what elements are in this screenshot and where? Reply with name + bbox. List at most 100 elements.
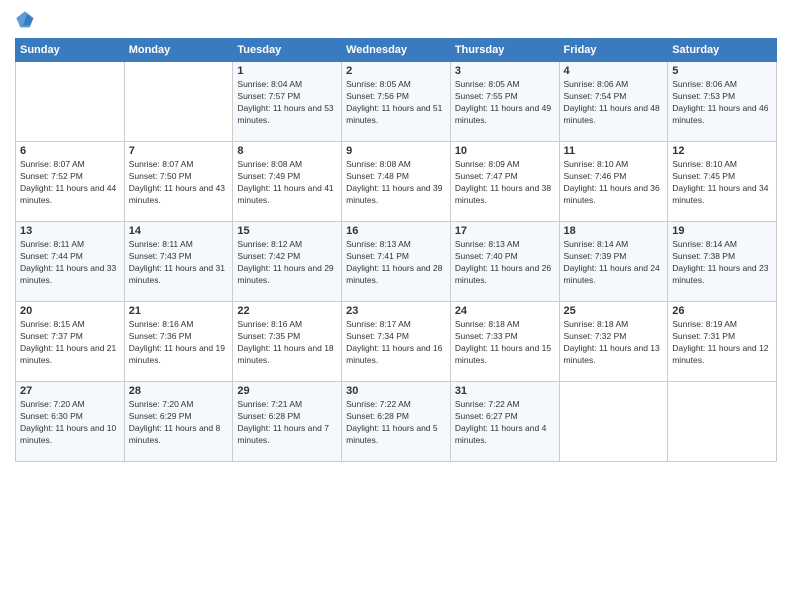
day-number: 1 bbox=[237, 65, 337, 77]
day-number: 25 bbox=[564, 305, 664, 317]
header bbox=[15, 10, 777, 30]
day-number: 4 bbox=[564, 65, 664, 77]
day-number: 2 bbox=[346, 65, 446, 77]
day-info: Sunrise: 8:13 AMSunset: 7:41 PMDaylight:… bbox=[346, 239, 446, 287]
calendar-cell: 27 Sunrise: 7:20 AMSunset: 6:30 PMDayligh… bbox=[16, 382, 125, 462]
day-number: 16 bbox=[346, 225, 446, 237]
calendar-cell: 7 Sunrise: 8:07 AMSunset: 7:50 PMDaylight… bbox=[124, 142, 233, 222]
calendar-cell: 20Sunrise: 8:15 AMSunset: 7:37 PMDayligh… bbox=[16, 302, 125, 382]
calendar-cell: 18 Sunrise: 8:14 AMSunset: 7:39 PMDayligh… bbox=[559, 222, 668, 302]
day-number: 9 bbox=[346, 145, 446, 157]
weekday-saturday: Saturday bbox=[668, 39, 777, 62]
calendar-cell: 29 Sunrise: 7:21 AMSunset: 6:28 PMDayligh… bbox=[233, 382, 342, 462]
day-info: Sunrise: 8:07 AMSunset: 7:50 PMDaylight:… bbox=[129, 159, 229, 207]
day-info: Sunrise: 8:05 AMSunset: 7:55 PMDaylight:… bbox=[455, 79, 555, 127]
day-number: 27 bbox=[20, 385, 120, 397]
calendar-cell: 3Sunrise: 8:05 AMSunset: 7:55 PMDaylight… bbox=[450, 62, 559, 142]
day-info: Sunrise: 7:21 AMSunset: 6:28 PMDaylight:… bbox=[237, 399, 337, 447]
day-number: 24 bbox=[455, 305, 555, 317]
day-number: 23 bbox=[346, 305, 446, 317]
day-number: 18 bbox=[564, 225, 664, 237]
calendar-table: SundayMondayTuesdayWednesdayThursdayFrid… bbox=[15, 38, 777, 462]
weekday-sunday: Sunday bbox=[16, 39, 125, 62]
day-number: 10 bbox=[455, 145, 555, 157]
day-info: Sunrise: 8:18 AMSunset: 7:32 PMDaylight:… bbox=[564, 319, 664, 367]
day-info: Sunrise: 7:20 AMSunset: 6:29 PMDaylight:… bbox=[129, 399, 229, 447]
day-info: Sunrise: 8:17 AMSunset: 7:34 PMDaylight:… bbox=[346, 319, 446, 367]
day-info: Sunrise: 8:06 AMSunset: 7:53 PMDaylight:… bbox=[672, 79, 772, 127]
calendar-cell: 30 Sunrise: 7:22 AMSunset: 6:28 PMDayligh… bbox=[342, 382, 451, 462]
day-info: Sunrise: 8:06 AMSunset: 7:54 PMDaylight:… bbox=[564, 79, 664, 127]
calendar-cell: 25 Sunrise: 8:18 AMSunset: 7:32 PMDayligh… bbox=[559, 302, 668, 382]
day-info: Sunrise: 8:11 AMSunset: 7:44 PMDaylight:… bbox=[20, 239, 120, 287]
day-number: 8 bbox=[237, 145, 337, 157]
weekday-friday: Friday bbox=[559, 39, 668, 62]
day-number: 7 bbox=[129, 145, 229, 157]
day-info: Sunrise: 8:04 AMSunset: 7:57 PMDaylight:… bbox=[237, 79, 337, 127]
week-row-1: 1 Sunrise: 8:04 AMSunset: 7:57 PMDaylight… bbox=[16, 62, 777, 142]
day-number: 12 bbox=[672, 145, 772, 157]
day-number: 14 bbox=[129, 225, 229, 237]
day-info: Sunrise: 8:18 AMSunset: 7:33 PMDaylight:… bbox=[455, 319, 555, 367]
day-info: Sunrise: 7:22 AMSunset: 6:27 PMDaylight:… bbox=[455, 399, 555, 447]
week-row-3: 13 Sunrise: 8:11 AMSunset: 7:44 PMDayligh… bbox=[16, 222, 777, 302]
calendar-cell: 17Sunrise: 8:13 AMSunset: 7:40 PMDayligh… bbox=[450, 222, 559, 302]
calendar-cell: 23 Sunrise: 8:17 AMSunset: 7:34 PMDayligh… bbox=[342, 302, 451, 382]
logo bbox=[15, 10, 39, 30]
calendar-cell: 16 Sunrise: 8:13 AMSunset: 7:41 PMDayligh… bbox=[342, 222, 451, 302]
day-info: Sunrise: 8:15 AMSunset: 7:37 PMDaylight:… bbox=[20, 319, 120, 367]
day-info: Sunrise: 7:22 AMSunset: 6:28 PMDaylight:… bbox=[346, 399, 446, 447]
weekday-monday: Monday bbox=[124, 39, 233, 62]
calendar-cell: 4 Sunrise: 8:06 AMSunset: 7:54 PMDaylight… bbox=[559, 62, 668, 142]
weekday-thursday: Thursday bbox=[450, 39, 559, 62]
day-number: 19 bbox=[672, 225, 772, 237]
calendar-cell: 15 Sunrise: 8:12 AMSunset: 7:42 PMDayligh… bbox=[233, 222, 342, 302]
day-info: Sunrise: 8:10 AMSunset: 7:45 PMDaylight:… bbox=[672, 159, 772, 207]
calendar-cell bbox=[124, 62, 233, 142]
day-info: Sunrise: 8:16 AMSunset: 7:35 PMDaylight:… bbox=[237, 319, 337, 367]
day-info: Sunrise: 8:11 AMSunset: 7:43 PMDaylight:… bbox=[129, 239, 229, 287]
day-info: Sunrise: 8:14 AMSunset: 7:38 PMDaylight:… bbox=[672, 239, 772, 287]
day-number: 26 bbox=[672, 305, 772, 317]
calendar-cell: 9 Sunrise: 8:08 AMSunset: 7:48 PMDaylight… bbox=[342, 142, 451, 222]
day-info: Sunrise: 8:09 AMSunset: 7:47 PMDaylight:… bbox=[455, 159, 555, 207]
calendar-cell bbox=[668, 382, 777, 462]
day-number: 13 bbox=[20, 225, 120, 237]
day-number: 21 bbox=[129, 305, 229, 317]
day-info: Sunrise: 8:14 AMSunset: 7:39 PMDaylight:… bbox=[564, 239, 664, 287]
day-number: 5 bbox=[672, 65, 772, 77]
day-number: 28 bbox=[129, 385, 229, 397]
day-number: 29 bbox=[237, 385, 337, 397]
day-number: 15 bbox=[237, 225, 337, 237]
day-number: 17 bbox=[455, 225, 555, 237]
calendar-cell: 24 Sunrise: 8:18 AMSunset: 7:33 PMDayligh… bbox=[450, 302, 559, 382]
weekday-tuesday: Tuesday bbox=[233, 39, 342, 62]
day-info: Sunrise: 8:08 AMSunset: 7:49 PMDaylight:… bbox=[237, 159, 337, 207]
day-info: Sunrise: 7:20 AMSunset: 6:30 PMDaylight:… bbox=[20, 399, 120, 447]
day-number: 31 bbox=[455, 385, 555, 397]
day-number: 22 bbox=[237, 305, 337, 317]
day-number: 11 bbox=[564, 145, 664, 157]
calendar-cell: 22 Sunrise: 8:16 AMSunset: 7:35 PMDayligh… bbox=[233, 302, 342, 382]
calendar-cell: 11Sunrise: 8:10 AMSunset: 7:46 PMDayligh… bbox=[559, 142, 668, 222]
day-info: Sunrise: 8:07 AMSunset: 7:52 PMDaylight:… bbox=[20, 159, 120, 207]
calendar-cell: 13 Sunrise: 8:11 AMSunset: 7:44 PMDayligh… bbox=[16, 222, 125, 302]
calendar-cell: 14 Sunrise: 8:11 AMSunset: 7:43 PMDayligh… bbox=[124, 222, 233, 302]
calendar-cell: 1 Sunrise: 8:04 AMSunset: 7:57 PMDaylight… bbox=[233, 62, 342, 142]
calendar-cell: 12 Sunrise: 8:10 AMSunset: 7:45 PMDayligh… bbox=[668, 142, 777, 222]
calendar-cell: 10 Sunrise: 8:09 AMSunset: 7:47 PMDayligh… bbox=[450, 142, 559, 222]
logo-icon bbox=[15, 10, 35, 30]
day-info: Sunrise: 8:19 AMSunset: 7:31 PMDaylight:… bbox=[672, 319, 772, 367]
calendar-cell: 21Sunrise: 8:16 AMSunset: 7:36 PMDayligh… bbox=[124, 302, 233, 382]
calendar-cell: 26 Sunrise: 8:19 AMSunset: 7:31 PMDayligh… bbox=[668, 302, 777, 382]
calendar-cell: 6Sunrise: 8:07 AMSunset: 7:52 PMDaylight… bbox=[16, 142, 125, 222]
calendar-cell: 5 Sunrise: 8:06 AMSunset: 7:53 PMDaylight… bbox=[668, 62, 777, 142]
calendar-cell bbox=[559, 382, 668, 462]
day-info: Sunrise: 8:12 AMSunset: 7:42 PMDaylight:… bbox=[237, 239, 337, 287]
calendar-cell: 28 Sunrise: 7:20 AMSunset: 6:29 PMDayligh… bbox=[124, 382, 233, 462]
day-info: Sunrise: 8:08 AMSunset: 7:48 PMDaylight:… bbox=[346, 159, 446, 207]
calendar-cell: 2Sunrise: 8:05 AMSunset: 7:56 PMDaylight… bbox=[342, 62, 451, 142]
weekday-header-row: SundayMondayTuesdayWednesdayThursdayFrid… bbox=[16, 39, 777, 62]
day-number: 30 bbox=[346, 385, 446, 397]
week-row-2: 6Sunrise: 8:07 AMSunset: 7:52 PMDaylight… bbox=[16, 142, 777, 222]
